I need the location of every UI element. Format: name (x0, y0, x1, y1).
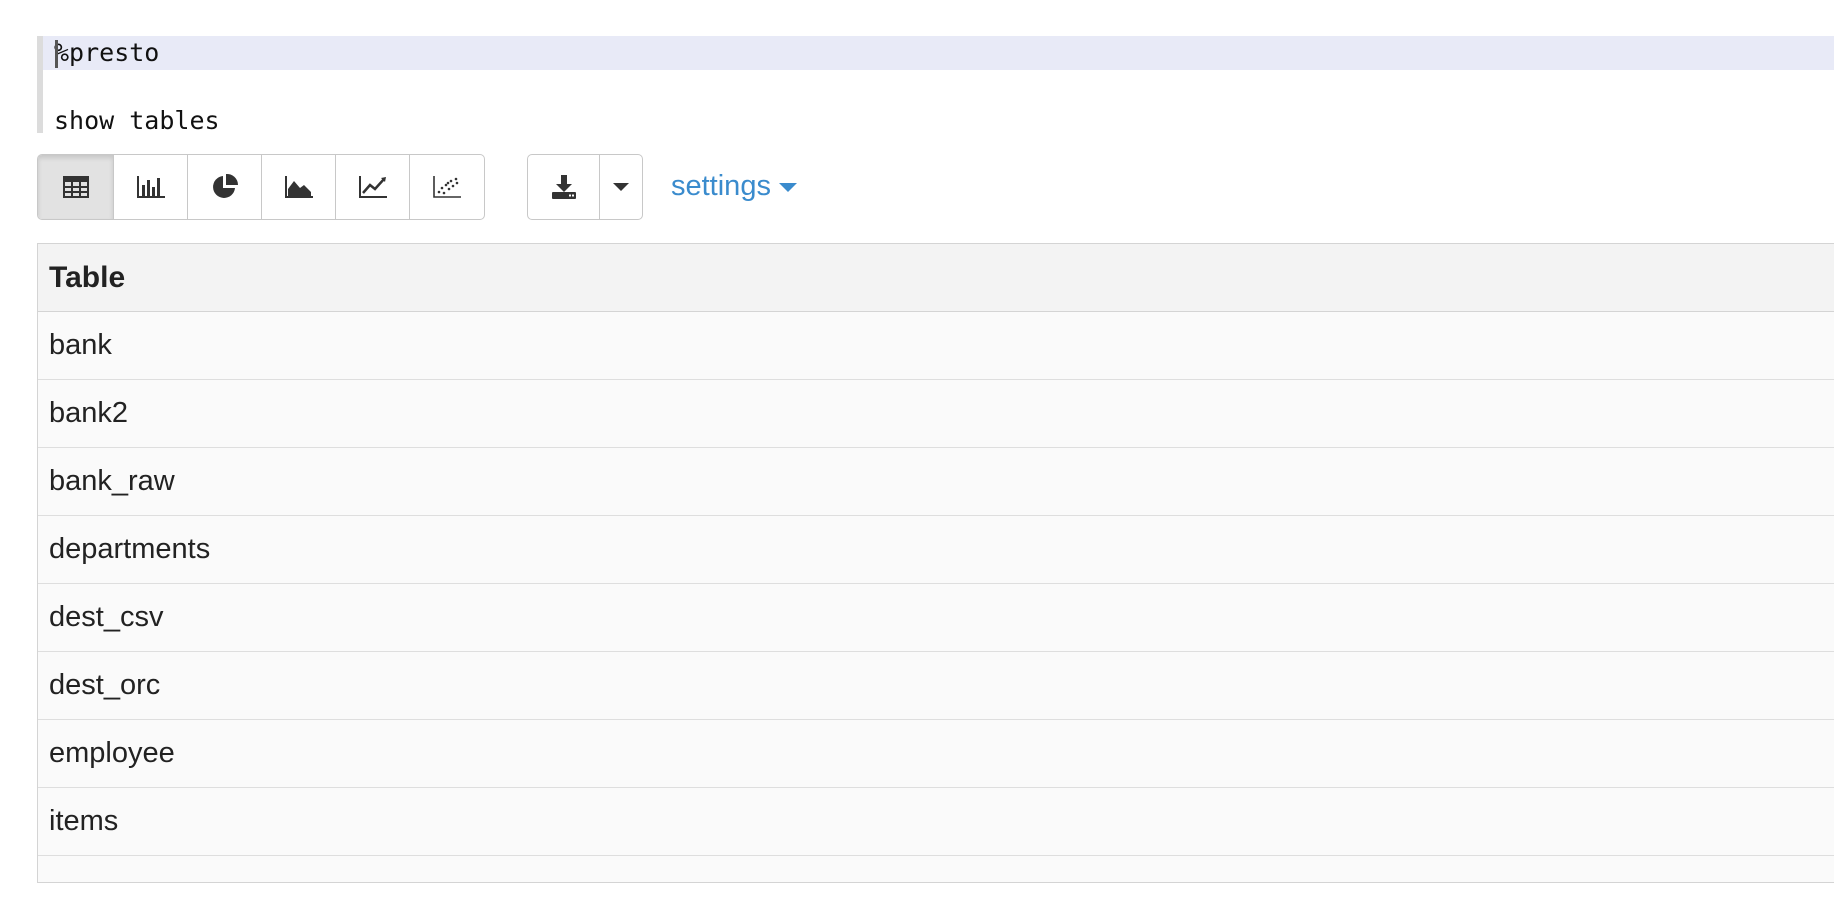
pie-chart-icon (211, 173, 239, 201)
table-row: dest_orc (38, 652, 1834, 720)
scatter-chart-icon (432, 175, 462, 199)
editor-line-query[interactable]: show tables (43, 104, 1834, 138)
result-table: Table bank bank2 bank_raw departments de… (37, 243, 1834, 883)
table-header-cell[interactable]: Table (38, 244, 1834, 312)
bar-chart-icon (136, 175, 166, 199)
zeppelin-paragraph: %presto show tables settings Table bank … (0, 0, 1834, 912)
editor-line-interpreter[interactable]: %presto (43, 36, 1834, 70)
caret-down-icon (613, 182, 629, 192)
text-cursor (55, 40, 58, 68)
area-chart-button[interactable] (262, 155, 336, 219)
table-row: items (38, 788, 1834, 856)
line-chart-button[interactable] (336, 155, 410, 219)
settings-label: settings (671, 170, 771, 202)
table-row: bank2 (38, 380, 1834, 448)
table-row: employee (38, 720, 1834, 788)
settings-caret-icon (778, 182, 797, 192)
table-row: bank (38, 312, 1834, 380)
table-row: bank_raw (38, 448, 1834, 516)
table-row: departments (38, 516, 1834, 584)
line-chart-icon (358, 175, 388, 199)
scatter-chart-button[interactable] (410, 155, 484, 219)
pie-chart-button[interactable] (188, 155, 262, 219)
code-editor[interactable]: %presto show tables (37, 36, 1834, 135)
download-options-button[interactable] (600, 155, 642, 219)
download-button-group (527, 154, 643, 220)
download-button[interactable] (528, 155, 600, 219)
table-view-button[interactable] (38, 155, 114, 219)
table-row: dest_csv (38, 584, 1834, 652)
table-icon (62, 176, 89, 198)
download-icon (551, 174, 577, 200)
bar-chart-button[interactable] (114, 155, 188, 219)
table-row: ... (38, 856, 1834, 882)
visualization-button-group (37, 154, 485, 220)
area-chart-icon (284, 175, 314, 199)
settings-toggle[interactable]: settings (671, 168, 797, 204)
